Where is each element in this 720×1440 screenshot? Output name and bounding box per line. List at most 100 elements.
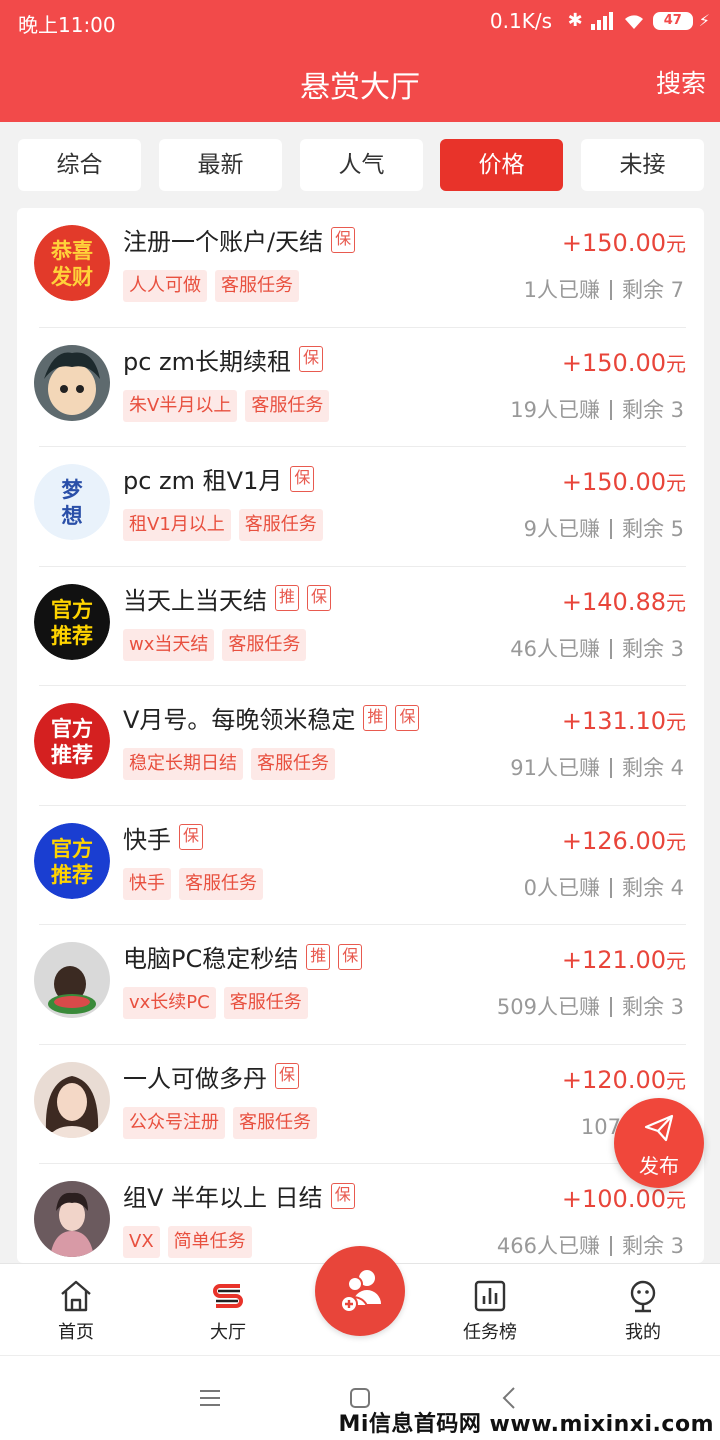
guarantee-badge: 保: [338, 943, 363, 970]
menu-icon[interactable]: [198, 1386, 222, 1410]
task-avatar: [34, 1181, 110, 1257]
task-tag: 客服任务: [233, 1106, 317, 1139]
task-list-item[interactable]: 一人可做多丹保公众号注册客服任务+120.00元107人已赚: [17, 1045, 704, 1164]
task-list-item[interactable]: 恭喜 发财 注册一个账户/天结保人人可做 客服任务 +150.00元 1人已赚 剩余 7: [17, 208, 704, 328]
task-tag: wx当天结: [123, 628, 215, 661]
task-tags: VX 简单任务: [123, 1226, 252, 1258]
task-tag: 客服任务: [179, 867, 263, 900]
task-list-item[interactable]: 电脑PC稳定秒结推保 vx长续PC 客服任务 +121.00元 509人已赚 剩余 3: [17, 925, 704, 1045]
task-tags: wx当天结 客服任务: [123, 628, 307, 661]
task-list-item[interactable]: 官方 推荐 当天上当天结推保 wx当天结 客服任务 +140.88元 46人已赚 剩余 3: [17, 567, 704, 686]
nav-mine-label: 我的: [625, 1322, 661, 1343]
svg-text:推荐: 推荐: [51, 863, 93, 887]
task-price-value: +131.10: [561, 707, 666, 735]
task-price-value: +100.00: [561, 1185, 666, 1213]
network-speed: 0.1K/s: [489, 9, 552, 33]
tab-comprehensive[interactable]: 综合: [18, 139, 141, 191]
publish-button[interactable]: 发布: [614, 1098, 704, 1188]
guarantee-badge: 保: [330, 1182, 355, 1209]
chart-icon: [474, 1280, 506, 1312]
task-tags: 租V1月以上 客服任务: [123, 509, 323, 541]
recommend-badge: 推: [363, 704, 388, 731]
svg-text:官方: 官方: [51, 837, 93, 861]
task-price: +120.00元: [562, 1065, 686, 1094]
search-button[interactable]: 搜索: [656, 64, 706, 100]
tab-price[interactable]: 价格: [440, 139, 563, 191]
task-avatar: 官方 推荐: [34, 822, 110, 899]
task-title-row: 组V 半年以上 日结保: [123, 1178, 355, 1213]
stats-separator: [609, 280, 612, 300]
task-tag: vx长续PC: [123, 987, 216, 1019]
nav-mine[interactable]: 我的: [593, 1278, 693, 1344]
nav-hall[interactable]: 大厅: [178, 1278, 278, 1344]
nav-home[interactable]: 首页: [26, 1278, 126, 1344]
task-title: pc zm长期续租: [123, 347, 292, 376]
task-list-item[interactable]: 官方 推荐 快手保快手 客服任务 +126.00元 0人已赚 剩余 4: [17, 806, 704, 925]
svg-text:推荐: 推荐: [51, 624, 93, 648]
task-tag: 公众号注册: [123, 1106, 225, 1139]
task-avatar: [34, 942, 110, 1018]
tab-popular[interactable]: 人气: [300, 139, 423, 191]
task-price-value: +121.00: [561, 946, 666, 974]
svg-text:官方: 官方: [51, 598, 93, 622]
task-title-row: 快手保: [123, 820, 204, 855]
task-tags: 快手 客服任务: [123, 867, 263, 900]
task-stats: 509人已赚 剩余 3: [497, 991, 684, 1021]
users-add-icon: [339, 1270, 381, 1313]
status-icons: ✱ 47 ⚡: [568, 10, 710, 31]
task-price-value: +140.88: [561, 587, 666, 616]
task-stats: 0人已赚 剩余 4: [524, 872, 684, 902]
tab-unclaimed[interactable]: 未接: [581, 139, 704, 191]
task-price: +121.00元: [562, 945, 686, 974]
wifi-icon: [624, 14, 643, 29]
task-title-row: 电脑PC稳定秒结推保: [123, 939, 363, 974]
stats-separator: [609, 997, 612, 1017]
guarantee-badge: 保: [275, 1063, 300, 1089]
task-price-unit: 元: [666, 232, 686, 256]
task-price-unit: 元: [666, 710, 686, 734]
task-price-value: +150.00: [561, 229, 666, 257]
center-action-button[interactable]: [315, 1246, 405, 1336]
task-title: 电脑PC稳定秒结: [123, 945, 299, 973]
task-list-item[interactable]: 官方 推荐 V月号。每晚领米稳定推保稳定长期日结 客服任务 +131.10元 91人已赚剩…: [17, 686, 704, 806]
task-title-row: pc zm长期续租保: [123, 342, 324, 377]
task-price-value: +126.00: [561, 826, 666, 855]
stats-separator: [609, 877, 612, 898]
task-earned: 19人已赚: [510, 397, 600, 422]
task-remaining: 剩余 3: [621, 995, 684, 1019]
task-list-item[interactable]: pc zm长期续租保朱V半月以上 客服任务 +150.00元 19人已赚 剩余 3: [17, 328, 704, 447]
task-price-value: +150.00: [561, 468, 666, 496]
task-tag: 客服任务: [222, 628, 307, 661]
task-avatar: 官方 推荐: [34, 583, 110, 660]
task-price-unit: 元: [666, 590, 686, 615]
stats-separator: [609, 758, 612, 778]
guarantee-badge: 保: [179, 824, 204, 850]
home-icon: [61, 1280, 91, 1312]
task-remaining: 剩余 3: [621, 397, 684, 422]
task-tag: 客服任务: [251, 748, 335, 780]
task-title: 当天上当天结: [123, 586, 267, 615]
sort-tabs: 综合 最新 人气 价格 未接: [0, 122, 720, 208]
task-price: +140.88元: [562, 587, 686, 616]
task-title-row: 当天上当天结推保: [123, 581, 332, 616]
task-title: 注册一个账户/天结: [123, 228, 324, 256]
task-avatar: 梦想: [34, 464, 110, 540]
task-price: +150.00元: [562, 467, 686, 496]
task-price: +100.00元: [562, 1184, 686, 1213]
task-stats: 1人已赚 剩余 7: [524, 274, 684, 304]
task-tag: VX: [123, 1226, 160, 1258]
recommend-badge: 推: [306, 943, 331, 970]
guarantee-badge: 保: [290, 465, 315, 492]
task-stats: 46人已赚 剩余 3: [510, 633, 684, 663]
guarantee-badge: 保: [395, 704, 420, 731]
bluetooth-icon: ✱: [567, 10, 583, 31]
task-list-item[interactable]: 梦想 pc zm 租V1月保租V1月以上 客服任务 +150.00元 9人已赚 剩余 5: [17, 447, 704, 567]
recommend-badge: 推: [275, 585, 300, 611]
nav-ranking[interactable]: 任务榜: [440, 1278, 540, 1344]
svg-text:发财: 发财: [50, 265, 93, 289]
task-tag: 租V1月以上: [123, 509, 231, 541]
guarantee-badge: 保: [331, 226, 356, 253]
tab-newest[interactable]: 最新: [159, 139, 282, 191]
svg-text:推荐: 推荐: [51, 743, 93, 767]
battery-icon: 47: [652, 11, 693, 30]
